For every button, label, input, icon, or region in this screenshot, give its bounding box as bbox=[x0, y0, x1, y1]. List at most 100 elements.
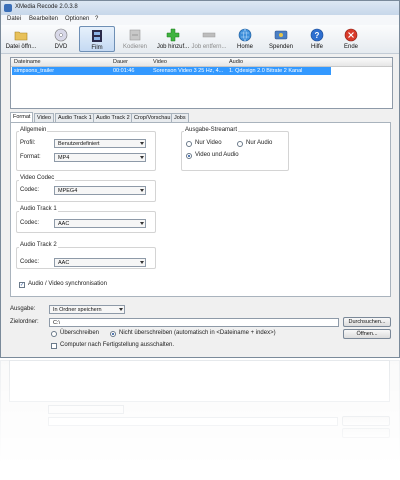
format-panel: Allgemein Profil: Benutzerdefiniert Form… bbox=[10, 122, 391, 297]
radio-no-overwrite-label: Nicht überschreiben (automatisch in <Dat… bbox=[119, 330, 276, 336]
audio1-codec-select[interactable]: AAC bbox=[54, 219, 146, 228]
browse-button[interactable]: Durchsuchen... bbox=[343, 317, 391, 327]
home-label: Home bbox=[236, 44, 253, 50]
menu-help[interactable]: ? bbox=[95, 16, 98, 22]
film-label: Film bbox=[91, 45, 103, 51]
help-question-icon: ? bbox=[310, 28, 324, 42]
zielordner-value: C:\ bbox=[53, 320, 61, 326]
help-button[interactable]: ? Hilfe bbox=[299, 26, 335, 52]
col-header-audio[interactable]: Audio bbox=[229, 59, 243, 65]
title-bar: XMedia Recode 2.0.3.8 bbox=[1, 1, 399, 16]
open-file-button[interactable]: Datei öffn... bbox=[3, 26, 39, 52]
film-button[interactable]: Film bbox=[79, 26, 115, 52]
radio-overwrite-label: Überschreiben bbox=[60, 330, 100, 336]
tab-format[interactable]: Format bbox=[10, 112, 34, 122]
col-header-duration[interactable]: Dauer bbox=[113, 59, 128, 65]
globe-home-icon bbox=[238, 28, 252, 42]
film-strip-icon bbox=[92, 30, 102, 42]
remove-job-button[interactable]: Job entfern... bbox=[189, 26, 229, 52]
donate-button[interactable]: Spenden bbox=[263, 26, 299, 52]
group-allgemein-title: Allgemein bbox=[19, 127, 48, 133]
tab-crop-preview[interactable]: Crop/Vorschau bbox=[131, 113, 174, 122]
radio-video-audio[interactable] bbox=[186, 153, 192, 159]
group-audio-track-2-title: Audio Track 2 bbox=[19, 242, 58, 248]
radio-video-audio-label: Video und Audio bbox=[195, 152, 239, 158]
add-job-button[interactable]: Job hinzuf... bbox=[153, 26, 193, 52]
chevron-down-icon bbox=[140, 222, 144, 225]
radio-only-audio[interactable] bbox=[237, 141, 243, 147]
menu-bearbeiten[interactable]: Bearbeiten bbox=[29, 16, 58, 22]
tab-audio-track-2[interactable]: Audio Track 2 bbox=[93, 113, 133, 122]
chevron-down-icon bbox=[140, 261, 144, 264]
video-codec-select[interactable]: MPEG4 bbox=[54, 186, 146, 195]
chevron-down-icon bbox=[140, 156, 144, 159]
folder-icon bbox=[14, 31, 28, 41]
file-list[interactable]: Dateiname Dauer Video Audio simpsons_tra… bbox=[10, 57, 393, 109]
group-video-codec-title: Video Codec bbox=[19, 175, 56, 181]
shutdown-checkbox[interactable] bbox=[51, 343, 57, 349]
sync-label: Audio / Video synchronisation bbox=[28, 281, 107, 287]
radio-no-overwrite[interactable] bbox=[110, 331, 116, 337]
exit-close-icon bbox=[344, 28, 358, 42]
col-header-filename[interactable]: Dateiname bbox=[14, 59, 41, 65]
toolbar: Datei öffn... DVD Film Kodieren Job hinz… bbox=[1, 25, 399, 54]
dvd-label: DVD bbox=[54, 44, 68, 50]
dvd-disc-icon bbox=[54, 28, 68, 42]
window-reflection bbox=[0, 360, 400, 480]
dvd-button[interactable]: DVD bbox=[43, 26, 79, 52]
help-label: Hilfe bbox=[310, 44, 323, 50]
open-folder-button[interactable]: Öffnen... bbox=[343, 329, 391, 339]
ausgabe-label: Ausgabe: bbox=[10, 306, 36, 312]
donate-label: Spenden bbox=[268, 44, 294, 50]
exit-button[interactable]: Ende bbox=[333, 26, 369, 52]
group-audio-track-1-title: Audio Track 1 bbox=[19, 206, 58, 212]
encode-icon bbox=[129, 29, 141, 41]
radio-only-video[interactable] bbox=[186, 141, 192, 147]
profil-select[interactable]: Benutzerdefiniert bbox=[54, 139, 146, 148]
cell-duration: 00:01:46 bbox=[113, 68, 135, 74]
svg-text:?: ? bbox=[315, 31, 320, 40]
video-codec-value: MPEG4 bbox=[58, 188, 78, 194]
ausgabe-value: In Ordner speichern bbox=[53, 307, 102, 313]
ausgabe-select[interactable]: In Ordner speichern bbox=[49, 305, 125, 314]
app-window: XMedia Recode 2.0.3.8 Datei Bearbeiten O… bbox=[0, 0, 400, 358]
home-button[interactable]: Home bbox=[227, 26, 263, 52]
radio-overwrite[interactable] bbox=[51, 331, 57, 337]
cell-video: Sorenson Video 3 25 Hz, 4... bbox=[153, 68, 224, 74]
col-header-video[interactable]: Video bbox=[153, 59, 167, 65]
menu-datei[interactable]: Datei bbox=[7, 16, 21, 22]
exit-label: Ende bbox=[343, 44, 358, 50]
radio-only-video-label: Nur Video bbox=[195, 140, 222, 146]
chevron-down-icon bbox=[140, 189, 144, 192]
group-streamart bbox=[181, 131, 289, 171]
radio-only-audio-label: Nur Audio bbox=[246, 140, 273, 146]
remove-job-label: Job entfern... bbox=[191, 44, 227, 50]
donate-icon bbox=[274, 30, 288, 40]
format-value: MP4 bbox=[58, 155, 70, 161]
audio2-codec-select[interactable]: AAC bbox=[54, 258, 146, 267]
group-allgemein bbox=[16, 131, 156, 171]
menu-optionen[interactable]: Optionen bbox=[65, 16, 89, 22]
tab-video[interactable]: Video bbox=[34, 113, 54, 122]
encode-button[interactable]: Kodieren bbox=[117, 26, 153, 52]
file-list-header: Dateiname Dauer Video Audio bbox=[11, 58, 392, 67]
add-plus-icon bbox=[166, 28, 180, 42]
format-label: Format: bbox=[20, 154, 41, 160]
profil-value: Benutzerdefiniert bbox=[58, 141, 100, 147]
group-streamart-title: Ausgabe-Streamart bbox=[184, 127, 239, 133]
audio2-codec-label: Codec: bbox=[20, 259, 40, 265]
remove-minus-icon bbox=[202, 32, 216, 38]
format-select[interactable]: MP4 bbox=[54, 153, 146, 162]
sync-checkbox[interactable]: ✓ bbox=[19, 282, 25, 288]
reflection-fade bbox=[0, 360, 400, 480]
zielordner-label: Zielordner: bbox=[10, 319, 39, 325]
cell-audio: 1. Qdesign 2.0 Bitrate 2 Kanal bbox=[229, 68, 303, 74]
zielordner-input[interactable]: C:\ bbox=[49, 318, 339, 327]
tab-jobs[interactable]: Jobs bbox=[171, 113, 189, 122]
chevron-down-icon bbox=[119, 308, 123, 311]
audio1-codec-value: AAC bbox=[58, 221, 70, 227]
file-row[interactable]: simpsons_trailer 00:01:46 Sorenson Video… bbox=[12, 67, 331, 75]
open-file-label: Datei öffn... bbox=[5, 44, 37, 50]
shutdown-label: Computer nach Fertigstellung ausschalten… bbox=[60, 342, 175, 348]
tab-audio-track-1[interactable]: Audio Track 1 bbox=[55, 113, 95, 122]
